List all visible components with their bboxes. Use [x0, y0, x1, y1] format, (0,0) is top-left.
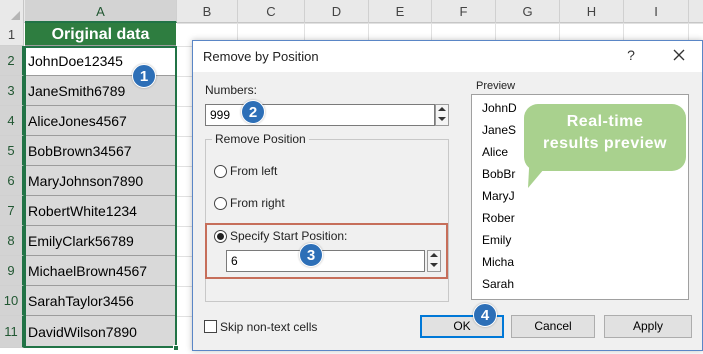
data-cell[interactable]: AliceJones4567: [25, 106, 176, 136]
remove-by-position-dialog: Remove by Position ? Numbers: 999 Remove…: [192, 40, 703, 351]
gridline: [177, 166, 192, 167]
gridline: [495, 23, 496, 40]
start-position-spinner[interactable]: [427, 250, 441, 272]
spin-up-icon[interactable]: [436, 105, 448, 115]
skip-non-text-checkbox[interactable]: [204, 320, 217, 333]
spin-down-icon[interactable]: [436, 115, 448, 125]
step-badge-2: 2: [241, 100, 265, 124]
gridline: [177, 256, 192, 257]
data-cell[interactable]: EmilyClark56789: [25, 226, 176, 256]
column-header-bar: A B C D E F G H I: [0, 0, 703, 23]
gridline: [177, 316, 192, 317]
skip-non-text-label[interactable]: Skip non-text cells: [220, 320, 317, 334]
cancel-button[interactable]: Cancel: [511, 315, 595, 338]
row-header-5[interactable]: 5: [0, 136, 24, 166]
apply-button[interactable]: Apply: [604, 315, 692, 338]
row-header-9[interactable]: 9: [0, 256, 24, 286]
column-header-f[interactable]: F: [432, 0, 496, 23]
gridline: [623, 23, 624, 40]
gridline: [177, 76, 192, 77]
spin-up-icon[interactable]: [428, 251, 440, 261]
gridline: [177, 136, 192, 137]
data-cell[interactable]: DavidWilson7890: [25, 316, 176, 348]
gridline: [177, 196, 192, 197]
column-header-a[interactable]: A: [25, 0, 177, 23]
remove-position-label: Remove Position: [212, 132, 309, 146]
gridline: [177, 286, 192, 287]
specify-start-position-radio[interactable]: [214, 230, 227, 243]
gridline: [431, 23, 432, 40]
column-header-b[interactable]: B: [177, 0, 238, 23]
from-left-radio[interactable]: [214, 165, 227, 178]
from-right-label[interactable]: From right: [230, 196, 285, 210]
gridline: [368, 23, 369, 40]
column-header-d[interactable]: D: [305, 0, 369, 23]
preview-item: BobBr: [482, 167, 516, 181]
gridline: [177, 23, 703, 24]
step-badge-3: 3: [299, 243, 323, 267]
preview-item: MaryJ: [482, 189, 515, 203]
preview-item: JaneS: [482, 123, 517, 137]
gridline: [688, 23, 689, 40]
preview-label: Preview: [476, 80, 516, 92]
numbers-input[interactable]: 999: [205, 104, 435, 126]
row-header-8[interactable]: 8: [0, 226, 24, 256]
step-badge-4: 4: [473, 303, 497, 327]
spin-down-icon[interactable]: [428, 261, 440, 271]
preview-item: JohnD: [482, 101, 517, 115]
column-header-c[interactable]: C: [238, 0, 305, 23]
row-header-4[interactable]: 4: [0, 106, 24, 136]
close-icon[interactable]: [669, 45, 689, 65]
start-position-input[interactable]: 6: [226, 250, 425, 272]
numbers-label: Numbers:: [205, 83, 258, 97]
dialog-title: Remove by Position: [203, 49, 319, 64]
row-header-6[interactable]: 6: [0, 166, 24, 196]
data-cell[interactable]: BobBrown34567: [25, 136, 176, 166]
gridline: [177, 106, 192, 107]
column-header-h[interactable]: H: [560, 0, 624, 23]
bubble-line-2: results preview: [543, 135, 667, 152]
select-all-corner[interactable]: [0, 0, 24, 23]
gridline: [237, 23, 238, 40]
row-header-3[interactable]: 3: [0, 76, 24, 106]
row-header-10[interactable]: 10: [0, 286, 24, 316]
fill-handle[interactable]: [173, 345, 179, 351]
data-cell[interactable]: MaryJohnson7890: [25, 166, 176, 196]
column-header-i[interactable]: I: [624, 0, 689, 23]
data-cell[interactable]: SarahTaylor3456: [25, 286, 176, 316]
header-cell-original-data[interactable]: Original data: [25, 23, 176, 46]
numbers-spinner[interactable]: [435, 104, 449, 126]
row-header-1[interactable]: 1: [0, 23, 24, 46]
row-header-11[interactable]: 11: [0, 316, 24, 348]
preview-item: Rober: [482, 211, 515, 225]
data-cell[interactable]: RobertWhite1234: [25, 196, 176, 226]
step-badge-1: 1: [132, 64, 156, 88]
speech-bubble-text: Real-time results preview: [524, 111, 686, 155]
row-header-2[interactable]: 2: [0, 46, 24, 76]
dialog-titlebar[interactable]: Remove by Position ?: [193, 41, 702, 72]
column-header-e[interactable]: E: [369, 0, 432, 23]
bubble-line-1: Real-time: [566, 113, 644, 130]
gridline: [304, 23, 305, 40]
from-right-radio[interactable]: [214, 197, 227, 210]
gridline: [177, 226, 192, 227]
help-button[interactable]: ?: [623, 47, 639, 63]
row-header-7[interactable]: 7: [0, 196, 24, 226]
preview-item: Sarah: [482, 277, 515, 291]
preview-item: Micha: [482, 255, 515, 269]
column-header-g[interactable]: G: [496, 0, 560, 23]
preview-item: Alice: [482, 145, 509, 159]
from-left-label[interactable]: From left: [230, 164, 277, 178]
preview-item: Emily: [482, 233, 512, 247]
specify-start-position-label[interactable]: Specify Start Position:: [230, 229, 347, 243]
gridline: [559, 23, 560, 40]
data-cell[interactable]: MichaelBrown4567: [25, 256, 176, 286]
